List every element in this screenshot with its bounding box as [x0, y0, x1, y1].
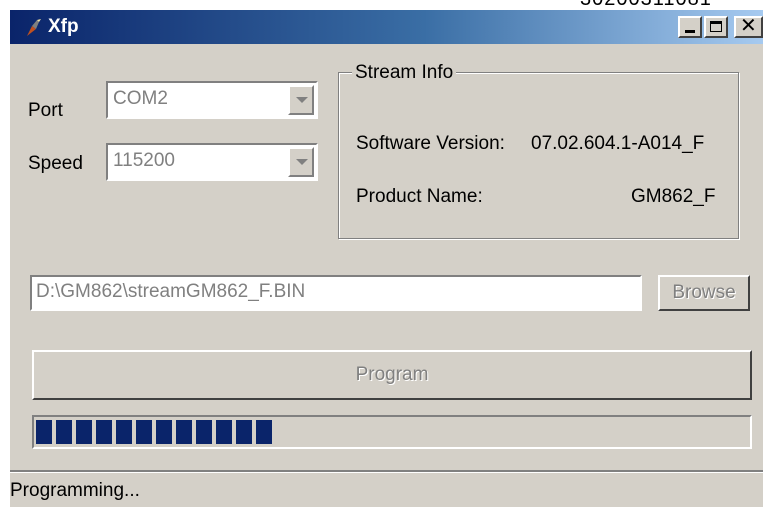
port-value: COM2	[113, 88, 168, 109]
browse-button[interactable]: Browse	[658, 275, 750, 311]
status-bar: Programming...	[10, 470, 763, 507]
xfp-window: Xfp ✕ Port COM2 Speed 115200 Stream Info…	[10, 10, 763, 507]
software-version-value: 07.02.604.1-A014_F	[531, 133, 705, 154]
port-label: Port	[28, 100, 63, 121]
port-dropdown-button[interactable]	[288, 85, 314, 115]
close-button[interactable]: ✕	[734, 15, 763, 38]
programming-progress-bar	[32, 415, 752, 449]
port-select[interactable]: COM2	[106, 81, 318, 119]
chevron-down-icon	[296, 159, 308, 165]
stream-info-title: Stream Info	[352, 62, 457, 84]
software-version-label: Software Version:	[356, 133, 505, 154]
screen: 30200311081 Xfp ✕ Port COM2	[0, 0, 763, 507]
product-name-label: Product Name:	[356, 186, 483, 207]
stream-info-group	[338, 72, 739, 239]
speed-dropdown-button[interactable]	[288, 147, 314, 177]
stream-file-path-input[interactable]: D:\GM862\streamGM862_F.BIN	[30, 275, 642, 311]
product-name-value: GM862_F	[631, 186, 716, 207]
minimize-icon	[685, 30, 695, 33]
progress-fill	[36, 420, 272, 444]
close-icon: ✕	[740, 15, 757, 37]
maximize-button[interactable]	[704, 16, 728, 38]
window-title: Xfp	[48, 16, 79, 37]
program-button[interactable]: Program	[32, 350, 752, 400]
speed-value: 115200	[113, 150, 175, 171]
maximize-icon	[710, 21, 722, 32]
xfp-app-icon	[27, 19, 41, 36]
status-text: Programming...	[10, 480, 140, 501]
speed-label: Speed	[28, 153, 83, 174]
speed-select[interactable]: 115200	[106, 143, 318, 181]
title-bar[interactable]: Xfp ✕	[10, 10, 763, 44]
chevron-down-icon	[296, 97, 308, 103]
minimize-button[interactable]	[678, 16, 702, 38]
